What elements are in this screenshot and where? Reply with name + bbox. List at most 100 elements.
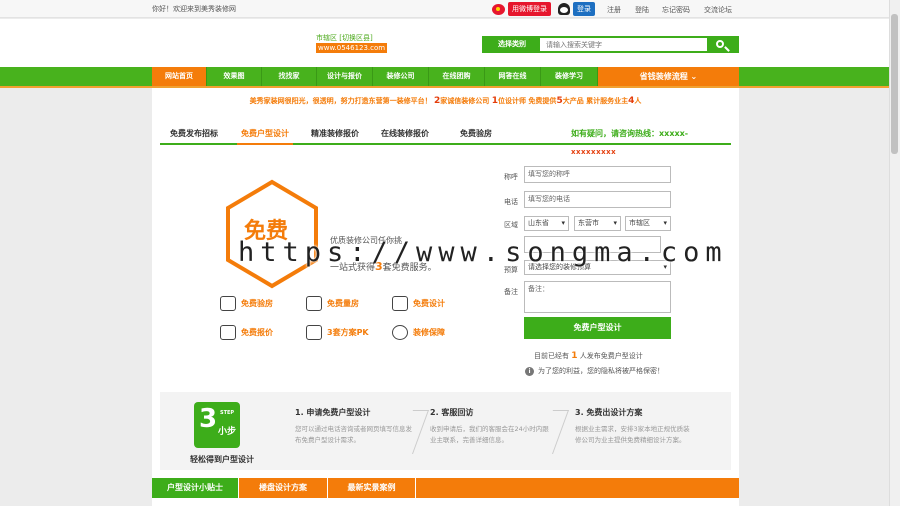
tab-free-bid[interactable]: 免费发布招标: [170, 128, 218, 139]
hotline: 如有疑问，请咨询热线：xxxxx-: [571, 129, 689, 138]
submit-design-button[interactable]: 免费户型设计: [524, 317, 671, 339]
area-label: 区域: [504, 221, 518, 229]
chevron-down-icon: ⌄: [690, 72, 698, 81]
three-plans-icon: [306, 325, 322, 340]
count-num: 1: [571, 351, 578, 361]
shield-icon: [392, 325, 408, 340]
feature-label: 免费报价: [241, 328, 273, 337]
name-field[interactable]: 填写您的称呼: [524, 166, 671, 183]
slogan-text: 家诚信装修公司: [440, 97, 490, 105]
forum-link[interactable]: 交流论坛: [704, 5, 732, 15]
step-desc: 您可以通过电话咨询或者网页填写信息发布免费户型设计需求。: [295, 425, 412, 444]
search-icon: [716, 40, 724, 48]
feature-label: 3套方案PK: [327, 328, 369, 337]
city-select[interactable]: 东营市: [574, 216, 621, 231]
search-category-select[interactable]: 选择类别: [484, 38, 540, 51]
feature-pk: 3套方案PK: [306, 325, 369, 340]
feature-label: 免费量房: [327, 299, 359, 308]
slogan-text: 美秀家装网很阳光，很透明，努力打造东营第一装修平台！: [249, 97, 432, 105]
nav-item-design-quote[interactable]: 设计与报价: [317, 67, 373, 86]
nav-item-home[interactable]: 网站首页: [152, 67, 207, 86]
slogan-text: 大产品 累计服务业主: [562, 97, 629, 105]
nav-item-qa[interactable]: 网答在线: [485, 67, 541, 86]
feature-design: 免费设计: [392, 296, 445, 311]
forgot-password-link[interactable]: 忘记密码: [662, 5, 690, 15]
phone-label: 电话: [504, 198, 518, 206]
privacy-note: i 为了您的利益，您的隐私将被严格保密！: [525, 366, 664, 376]
step-desc: 收到申请后，我们的客服会在24小时内跟业主联系，完善详细信息。: [430, 425, 549, 444]
main-panel: 美秀家装网很阳光，很透明，努力打造东营第一装修平台！ 2家诚信装修公司 1位设计…: [152, 88, 739, 506]
info-icon: i: [525, 366, 534, 376]
privacy-text: 为了您的利益，您的隐私将被严格保密！: [538, 367, 664, 375]
pencil-icon: [392, 296, 408, 311]
count-text: 人发布免费户型设计: [579, 352, 643, 360]
step-title: 2. 客服回访: [430, 408, 474, 417]
badge-num: 3: [199, 404, 218, 434]
badge-text: 小步: [218, 427, 237, 437]
tab-online-quote[interactable]: 在线装修报价: [381, 128, 429, 139]
phone-field[interactable]: 填写您的电话: [524, 191, 671, 208]
feature-label: 装修保障: [413, 328, 445, 337]
process-label: 省钱装修流程: [639, 72, 688, 81]
note-field[interactable]: 备注：: [524, 281, 671, 313]
three-steps-badge: 3 STEP 小步: [194, 402, 240, 448]
qq-icon: [558, 3, 570, 15]
login-link[interactable]: 登陆: [635, 5, 649, 15]
weibo-login[interactable]: 用微博登录: [492, 2, 551, 16]
main-nav: 网站首页 效果图 找找家 设计与报价 装修公司 在线团购 网答在线 装修学习 省…: [0, 67, 889, 88]
scrollbar[interactable]: [889, 0, 900, 506]
district-select[interactable]: 市辖区: [625, 216, 671, 231]
search-bar: 选择类别: [482, 36, 739, 53]
register-link[interactable]: 注册: [607, 5, 621, 15]
welcome-text: 你好！欢迎来到美秀装修网: [152, 5, 236, 13]
slogan-text: 人: [634, 97, 642, 105]
feature-label: 免费设计: [413, 299, 445, 308]
request-count: 目前已经有 1 人发布免费户型设计: [534, 351, 643, 361]
search-input[interactable]: [540, 38, 707, 51]
nav-item-learn[interactable]: 装修学习: [541, 67, 598, 86]
process-menu[interactable]: 省钱装修流程 ⌄: [598, 67, 739, 86]
qq-login[interactable]: 登录: [558, 2, 595, 16]
scrollbar-thumb[interactable]: [891, 14, 898, 154]
badge-step: STEP: [220, 410, 235, 416]
step-title: 1. 申请免费户型设计: [295, 408, 371, 417]
weibo-login-button[interactable]: 用微博登录: [508, 2, 551, 16]
step-2: 2. 客服回访 收到申请后，我们的客服会在24小时内跟业主联系，完善详细信息。: [430, 407, 550, 446]
watermark: https://www.songma.com: [238, 237, 728, 268]
nav-item-companies[interactable]: 装修公司: [373, 67, 429, 86]
top-bar: 你好！欢迎来到美秀装修网 用微博登录 登录 注册 登陆 忘记密码 交流论坛: [0, 0, 889, 18]
tab-accurate-quote[interactable]: 精准装修报价: [311, 128, 359, 139]
feature-label: 免费验房: [241, 299, 273, 308]
feature-measure: 免费量房: [306, 296, 359, 311]
count-text: 目前已经有: [534, 352, 569, 360]
city-switcher[interactable]: 市辖区 [切换区县]: [316, 33, 373, 43]
nav-item-effects[interactable]: 效果图: [207, 67, 262, 86]
feature-guarantee: 装修保障: [392, 325, 445, 340]
house-check-icon: [220, 296, 236, 311]
slogan: 美秀家装网很阳光，很透明，努力打造东营第一装修平台！ 2家诚信装修公司 1位设计…: [152, 96, 739, 106]
nav-item-group-buy[interactable]: 在线团购: [429, 67, 485, 86]
nav-item-find-home[interactable]: 找找家: [262, 67, 317, 86]
weibo-icon: [492, 3, 505, 15]
bottom-tabs: 户型设计小贴士 楼盘设计方案 最新实景案例: [152, 478, 739, 498]
note-label: 备注: [504, 288, 518, 296]
tab-free-inspection[interactable]: 免费验房: [460, 128, 492, 139]
search-button[interactable]: [707, 38, 737, 51]
feature-inspection: 免费验房: [220, 296, 273, 311]
steps-caption: 轻松得到户型设计: [190, 455, 254, 464]
hotline-number: xxxxxxxxx: [571, 148, 617, 156]
feature-quote: 免费报价: [220, 325, 273, 340]
site-url: www.0546123.com: [316, 43, 388, 53]
steps-section: 3 STEP 小步 轻松得到户型设计 1. 申请免费户型设计 您可以通过电话咨询…: [160, 392, 731, 470]
tab-latest-cases[interactable]: 最新实景案例: [328, 478, 416, 498]
tab-estate-designs[interactable]: 楼盘设计方案: [239, 478, 328, 498]
step-desc: 根据业主需求，安排3家本地正规优质装修公司为业主提供免费精细设计方案。: [575, 425, 690, 444]
header: 市辖区 [切换区县] www.0546123.com 选择类别: [0, 19, 889, 67]
province-select[interactable]: 山东省: [524, 216, 569, 231]
calculator-icon: [220, 325, 236, 340]
tab-design-tips[interactable]: 户型设计小贴士: [152, 478, 239, 498]
qq-login-button[interactable]: 登录: [573, 2, 595, 16]
slogan-text: 位设计师 免费提供: [498, 97, 557, 105]
ruler-icon: [306, 296, 322, 311]
tab-free-design[interactable]: 免费户型设计: [237, 128, 293, 145]
